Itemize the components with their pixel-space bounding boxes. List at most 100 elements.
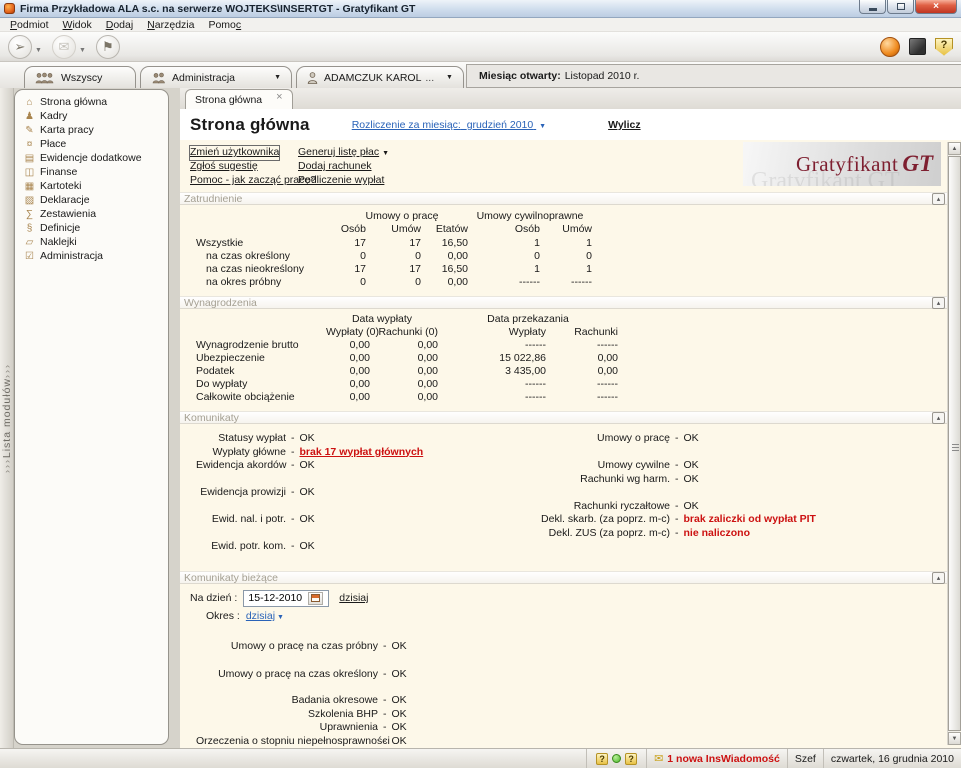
status-label: Ewidencja akordów <box>196 459 286 473</box>
na-dzien-label: Na dzień : <box>190 592 237 604</box>
open-month-label: Miesiąc otwarty: <box>479 70 561 82</box>
dzisiaj-link[interactable]: dzisiaj <box>339 592 368 604</box>
restore-button[interactable] <box>887 0 914 14</box>
status-label: Umowy o pracę <box>474 432 670 446</box>
worksheet-icon: ✎ <box>22 125 37 136</box>
tab-administracja[interactable]: Administracja ▼ <box>140 66 292 88</box>
cube-icon[interactable] <box>909 38 926 55</box>
group-header: Umowy o pracę <box>336 210 468 223</box>
cell: ------ <box>438 339 546 352</box>
group-header: Data wypłaty <box>326 313 438 326</box>
check-label: Szkolenia BHP <box>196 708 378 722</box>
menu-narzedzia[interactable]: Narzędzia <box>140 18 201 32</box>
insmail-message[interactable]: 1 nowa InsWiadomość <box>667 753 780 765</box>
tab-employee[interactable]: ADAMCZUK KAROL ... ▼ <box>296 66 464 88</box>
group-header: Data przekazania <box>438 313 618 326</box>
tab-employee-more[interactable]: ... <box>425 72 434 84</box>
tab-wszyscy[interactable]: Wszyscy <box>24 66 136 88</box>
menu-podmiot[interactable]: Podmiot <box>3 18 56 32</box>
collapse-icon: ▴ <box>937 574 941 582</box>
sidebar-item-deklaracje[interactable]: ▨Deklaracje <box>15 193 168 207</box>
okres-dzisiaj-link[interactable]: dzisiaj▼ <box>246 610 284 622</box>
menu-widok[interactable]: Widok <box>56 18 99 32</box>
sidebar-item-label: Definicje <box>40 222 80 234</box>
collapse-section-button[interactable]: ▴ <box>932 572 945 584</box>
collapse-section-button[interactable]: ▴ <box>932 297 945 309</box>
date-input[interactable] <box>244 592 306 604</box>
menu-dodaj[interactable]: Dodaj <box>99 18 140 32</box>
title-bar[interactable]: Firma Przykładowa ALA s.c. na serwerze W… <box>0 0 961 18</box>
select-operation-dropdown[interactable]: ▼ <box>35 47 42 54</box>
module-list-strip-label: Lista modułów <box>1 378 13 458</box>
open-month-bar: Miesiąc otwarty: Listopad 2010 r. <box>466 64 961 88</box>
main-area: Strona główna × Strona główna Rozliczeni… <box>180 88 961 748</box>
sidebar-item-naklejki[interactable]: ▱Naklejki <box>15 235 168 249</box>
tab-administracja-dropdown-icon[interactable]: ▼ <box>266 74 281 81</box>
status-value-error: brak zaliczki od wypłat PIT <box>684 513 816 527</box>
sidebar-item-administracja[interactable]: ☑Administracja <box>15 249 168 263</box>
missing-payouts-link[interactable]: brak 17 wypłat głównych <box>300 446 424 460</box>
cell: 0 <box>366 250 421 263</box>
status-label: Dekl. skarb. (za poprz. m-c) <box>474 513 670 527</box>
minimize-button[interactable] <box>859 0 886 14</box>
declarations-icon: ▨ <box>22 195 37 206</box>
module-list-collapse-strip[interactable]: ››› Lista modułów ››› <box>0 88 14 748</box>
close-button[interactable]: × <box>915 0 957 14</box>
sidebar-item-kartoteki[interactable]: ▦Kartoteki <box>15 179 168 193</box>
send-dropdown[interactable]: ▼ <box>79 47 86 54</box>
send-button[interactable]: ✉ <box>52 35 76 59</box>
cell: 0 <box>540 250 592 263</box>
sidebar-item-zestawienia[interactable]: ∑Zestawienia <box>15 207 168 221</box>
wylicz-link[interactable]: Wylicz <box>608 119 640 131</box>
cell: 0,00 <box>326 391 370 404</box>
cell: 16,50 <box>421 237 468 250</box>
scrollbar-thumb[interactable] <box>948 156 961 731</box>
tab-strona-glowna[interactable]: Strona główna × <box>185 89 293 109</box>
current-user-cell: Szef <box>787 749 823 768</box>
podliczenie-wyplat-link[interactable]: Podliczenie wypłat <box>298 174 384 188</box>
generuj-dropdown-icon: ▼ <box>382 150 389 157</box>
chevrons-icon: ››› <box>2 363 12 378</box>
sidebar-item-definicje[interactable]: §Definicje <box>15 221 168 235</box>
section-title: Komunikaty <box>184 412 239 424</box>
calendar-button[interactable] <box>308 592 323 605</box>
help-shield-icon[interactable]: ? <box>935 38 953 56</box>
sidebar-item-strona-glowna[interactable]: ⌂Strona główna <box>15 95 168 109</box>
sidebar-item-karta-pracy[interactable]: ✎Karta pracy <box>15 123 168 137</box>
section-header-komunikaty: Komunikaty ▴ <box>180 411 961 424</box>
zglos-sugestie-link[interactable]: Zgłoś sugestię <box>190 160 258 174</box>
sidebar-item-place[interactable]: ¤Płace <box>15 137 168 151</box>
tab-employee-dropdown-icon[interactable]: ▼ <box>438 74 453 81</box>
vertical-scrollbar[interactable]: ▲ ▼ <box>947 142 960 745</box>
question-indicator-icon[interactable]: ? <box>596 753 608 765</box>
sidebar-item-kadry[interactable]: ♟Kadry <box>15 109 168 123</box>
insmail-cell[interactable]: ✉ 1 nowa InsWiadomość <box>646 749 787 768</box>
people-group-icon <box>35 72 55 84</box>
menu-pomoc[interactable]: Pomoc <box>201 18 248 32</box>
dodaj-rachunek-link[interactable]: Dodaj rachunek <box>298 160 372 174</box>
scroll-down-button[interactable]: ▼ <box>948 732 961 745</box>
flag-button[interactable]: ⚑ <box>96 35 120 59</box>
select-operation-button[interactable]: ➢ <box>8 35 32 59</box>
check-value: OK <box>392 735 407 749</box>
okres-value: dzisiaj <box>246 610 275 622</box>
sidebar-item-finanse[interactable]: ◫Finanse <box>15 165 168 179</box>
collapse-section-button[interactable]: ▴ <box>932 193 945 205</box>
status-label: Ewidencja prowizji <box>196 486 286 500</box>
cell: 0,00 <box>370 378 438 391</box>
date-field-wrap <box>243 590 329 607</box>
question-indicator-icon[interactable]: ? <box>625 753 637 765</box>
status-bar: ? ? ✉ 1 nowa InsWiadomość Szef czwartek,… <box>0 748 961 768</box>
collapse-section-button[interactable]: ▴ <box>932 412 945 424</box>
zmien-uzytkownika-link[interactable]: Zmień użytkownika <box>190 146 279 160</box>
row-label: Wynagrodzenie brutto <box>196 339 326 352</box>
open-month-value: Listopad 2010 r. <box>565 70 640 82</box>
cell: 0 <box>336 276 366 289</box>
insert-sphere-icon[interactable] <box>880 37 900 57</box>
page-title: Strona główna <box>190 115 310 135</box>
sidebar-item-ewidencje-dodatkowe[interactable]: ▤Ewidencje dodatkowe <box>15 151 168 165</box>
generuj-liste-plac-link[interactable]: Generuj listę płac▼ <box>298 146 389 160</box>
scroll-up-button[interactable]: ▲ <box>948 142 961 155</box>
settlement-month-link[interactable]: Rozliczenie za miesiąc: grudzień 2010 ▼ <box>352 119 546 131</box>
tab-close-icon[interactable]: × <box>276 91 282 103</box>
